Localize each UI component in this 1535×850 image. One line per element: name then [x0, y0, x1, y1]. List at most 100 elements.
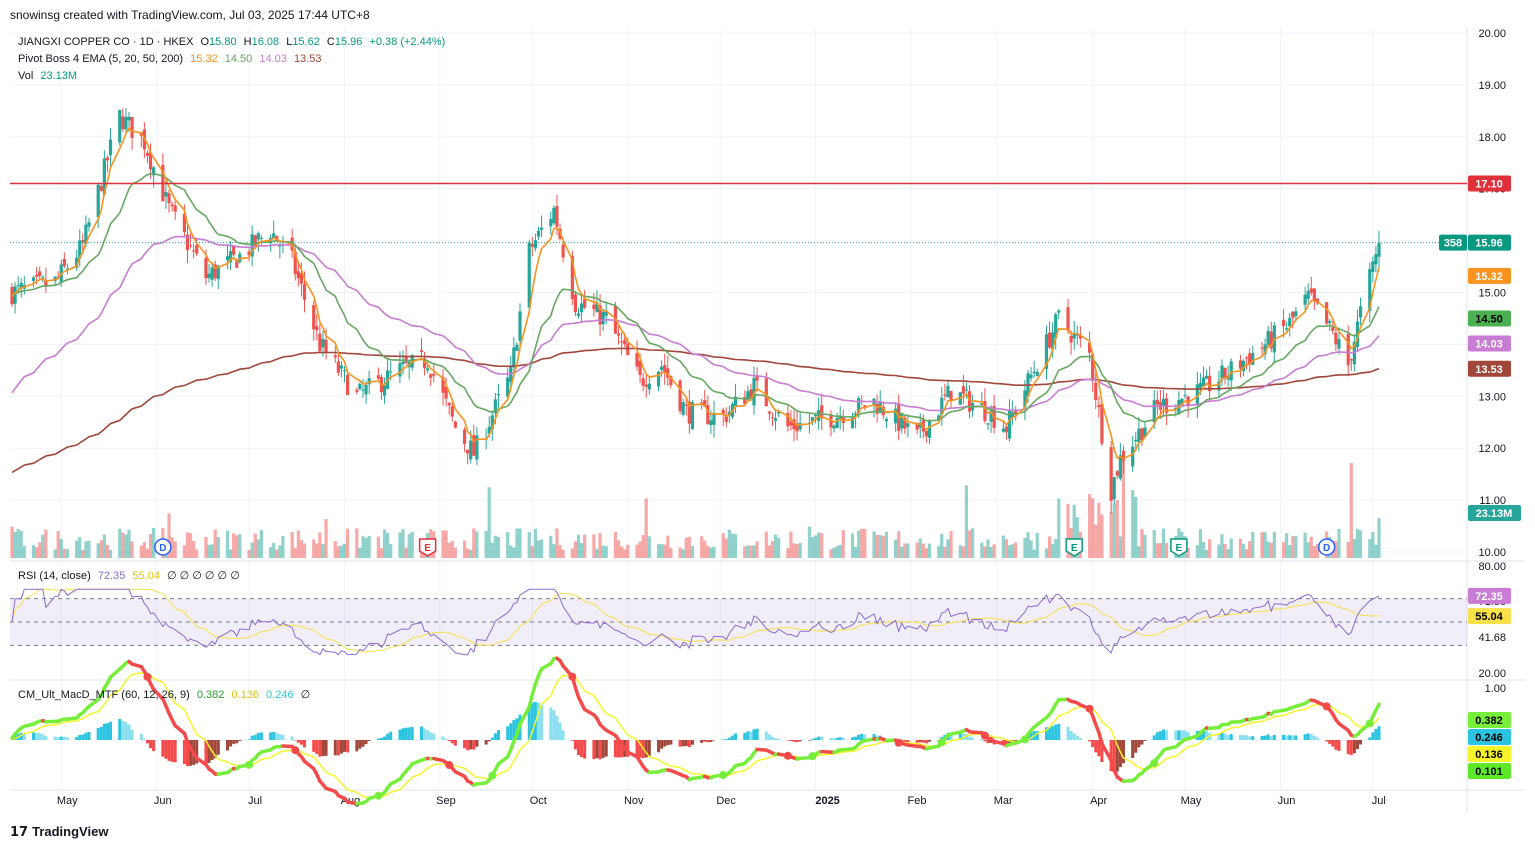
volume-bar	[127, 529, 131, 558]
macd-hist-bar	[278, 734, 282, 740]
ohlc-h-label: H	[243, 36, 252, 48]
time-tick-label: 2025	[815, 795, 839, 807]
volume-bar	[228, 549, 233, 558]
time-tick-label: Sep	[436, 795, 456, 807]
volume-bar	[75, 540, 79, 558]
legend-ema-row[interactable]: Pivot Boss 4 EMA (5, 20, 50, 200) 15.32 …	[18, 53, 325, 65]
macd-hist-bar	[99, 726, 103, 740]
volume-bar	[299, 539, 304, 558]
macd-hist-bar	[854, 736, 858, 740]
volume-bar	[324, 519, 328, 558]
rsi-tick-label: 20.00	[1478, 668, 1506, 680]
candle-body	[232, 245, 236, 255]
dividend-marker[interactable]: D	[1317, 538, 1336, 556]
candle-body	[623, 340, 627, 345]
macd-hist-bar	[124, 722, 128, 740]
volume-bar	[1109, 512, 1113, 558]
volume-bar	[1349, 463, 1353, 558]
candle-body	[943, 394, 947, 396]
macd-hist-bar	[789, 740, 793, 742]
legend-macd-row[interactable]: CM_Ult_MacD_MTF (60, 12, 26, 9) 0.382 0.…	[18, 688, 314, 701]
macd-hist-bar	[441, 736, 445, 740]
macd-hist-bar	[1054, 724, 1058, 740]
candle-body	[173, 205, 177, 212]
ema-indicator-title[interactable]: Pivot Boss 4 EMA (5, 20, 50, 200)	[18, 53, 183, 65]
macd-hist-bar	[429, 732, 433, 740]
macd-cross-dot	[1085, 704, 1094, 713]
candle-body	[539, 227, 544, 230]
volume-bar	[1152, 530, 1156, 558]
volume-bar	[315, 543, 319, 558]
volume-bar	[530, 545, 534, 558]
macd-hist-bar	[1288, 735, 1292, 740]
volume-bar	[496, 536, 501, 558]
candle-body	[533, 240, 538, 249]
macd-tag: 0.246	[1468, 729, 1511, 745]
volume-bar	[102, 534, 106, 558]
legend-rsi-row[interactable]: RSI (14, close) 72.35 55.04 ∅ ∅ ∅ ∅ ∅ ∅	[18, 569, 244, 582]
candle-body	[35, 274, 39, 277]
volume-bar	[293, 547, 297, 558]
volume-bar	[1346, 542, 1350, 558]
macd-hist-bar	[1309, 733, 1313, 740]
macd-cross-dot	[143, 672, 152, 681]
candle-body	[555, 206, 559, 227]
volume-bar	[31, 545, 36, 558]
price-tag: 15.96	[1468, 234, 1511, 251]
macd-hist-bar	[983, 740, 987, 742]
candle-body	[192, 250, 196, 252]
tradingview-logo[interactable]: 𝟭𝟳 TradingView	[10, 824, 108, 840]
legend-vol-row[interactable]: Vol 23.13M	[18, 70, 81, 82]
candle-body	[345, 374, 350, 395]
candle-body	[1035, 371, 1039, 376]
candle-body	[38, 271, 42, 277]
volume-bar	[1294, 536, 1298, 558]
macd-hist-bar	[1260, 735, 1264, 740]
volume-bar	[1047, 536, 1052, 558]
macd-hist-bar	[583, 740, 587, 759]
candle-body	[1094, 382, 1098, 400]
macd-hist-bar	[724, 739, 728, 740]
macd-hist-bar	[44, 736, 48, 740]
volume-bar	[1263, 532, 1267, 558]
volume-bar	[1158, 543, 1163, 558]
volume-bar	[484, 530, 488, 558]
volume-bar	[1054, 539, 1058, 558]
macd-hist-bar	[721, 739, 725, 740]
rsi-title[interactable]: RSI (14, close)	[18, 570, 91, 582]
volume-bar	[65, 549, 70, 558]
price-tag: 17.10	[1468, 175, 1511, 192]
volume-bar	[318, 532, 322, 558]
macd-hist-bar	[647, 740, 651, 756]
volume-bar	[1251, 531, 1255, 558]
volume-bar	[773, 534, 778, 558]
macd-hist-bar	[613, 740, 617, 758]
volume-bar	[225, 530, 230, 558]
symbol-name[interactable]: JIANGXI COPPER CO · 1D · HKEX	[18, 36, 193, 48]
macd-hist-bar	[829, 737, 833, 740]
volume-bar	[943, 546, 947, 558]
candle-body	[225, 256, 230, 261]
volume-bar	[533, 528, 538, 558]
macd-hist-bar	[506, 726, 510, 740]
volume-bar	[1137, 546, 1141, 558]
candle-body	[1109, 447, 1113, 501]
candle-body	[355, 389, 359, 392]
volume-bar	[376, 536, 380, 558]
dividend-marker[interactable]: D	[154, 538, 172, 556]
candle-body	[641, 378, 645, 386]
macd-title[interactable]: CM_Ult_MacD_MTF (60, 12, 26, 9)	[18, 689, 190, 701]
volume-bar	[937, 545, 941, 558]
volume-bar	[721, 533, 725, 558]
macd-hist-bar	[1180, 730, 1184, 740]
chart-canvas[interactable]: 20.0019.0018.0017.0016.0015.0014.0013.00…	[0, 0, 1535, 850]
macd-hist-bar	[1091, 740, 1095, 747]
volume-bar	[1011, 544, 1015, 558]
ema50-value: 14.03	[259, 53, 287, 65]
vol-title[interactable]: Vol	[18, 70, 33, 82]
candle-body	[660, 366, 664, 370]
volume-bar	[906, 543, 910, 558]
macd-hist-bar	[105, 723, 109, 740]
time-tick-label: May	[1181, 795, 1202, 807]
volume-bar	[195, 549, 199, 558]
